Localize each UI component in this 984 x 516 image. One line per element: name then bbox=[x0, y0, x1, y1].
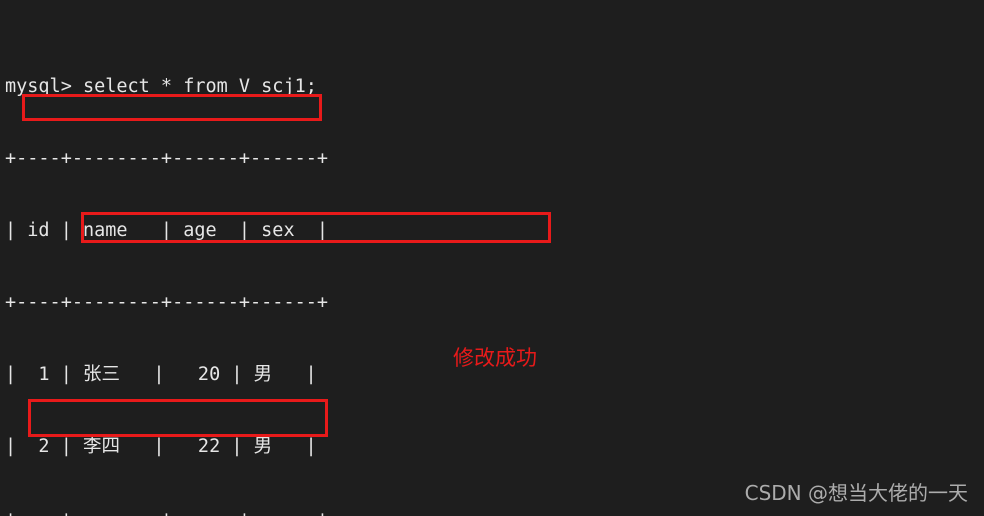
terminal-window: mysql> select * from V_scj1; +----+-----… bbox=[0, 0, 984, 516]
terminal-line-separator: +----+--------+------+------+ bbox=[5, 148, 329, 169]
table-row: | 2 | 李四 | 22 | 男 | bbox=[5, 436, 317, 457]
watermark-csdn: CSDN @想当大佬的一天 bbox=[744, 481, 968, 505]
terminal-output[interactable]: mysql> select * from V_scj1; +----+-----… bbox=[5, 3, 979, 516]
terminal-line-separator: +----+--------+------+------+ bbox=[5, 507, 979, 516]
annotation-success-note: 修改成功 bbox=[453, 346, 537, 370]
terminal-line-table-header: | id | name | age | sex | bbox=[5, 220, 329, 241]
terminal-line-command: mysql> select * from V_scj1; bbox=[5, 76, 317, 97]
terminal-line-separator: +----+--------+------+------+ bbox=[5, 292, 329, 313]
